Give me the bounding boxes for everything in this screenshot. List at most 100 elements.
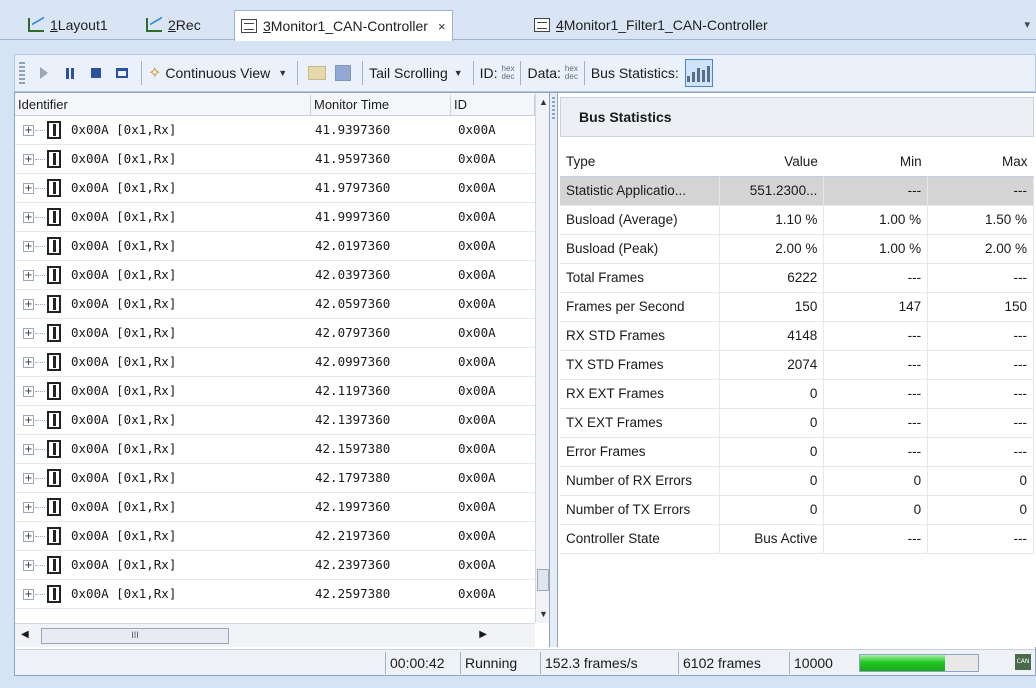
column-header-monitor-time[interactable]: Monitor Time <box>311 95 451 115</box>
column-header-max[interactable]: Max <box>927 147 1034 177</box>
tab-overflow-icon[interactable]: ▾ <box>1024 18 1030 31</box>
message-row[interactable]: +0x00A [0x1,Rx] 41.9397360 0x00A <box>15 116 535 145</box>
step-button[interactable] <box>109 60 135 86</box>
chevron-down-icon[interactable]: ▼ <box>454 68 463 78</box>
tab-layout1[interactable]: 1 Layout1 <box>22 10 114 40</box>
expand-icon[interactable]: + <box>23 270 34 281</box>
expand-icon[interactable]: + <box>23 212 34 223</box>
scroll-down-icon[interactable]: ▼ <box>539 609 548 619</box>
message-row[interactable]: +0x00A [0x1,Rx] 42.0397360 0x00A <box>15 261 535 290</box>
stat-row[interactable]: Error Frames 0 --- --- <box>560 437 1034 467</box>
stat-row[interactable]: Frames per Second 150 147 150 <box>560 292 1034 322</box>
bus-statistics-toggle[interactable] <box>684 59 713 87</box>
message-time: 42.0997360 <box>315 354 391 369</box>
expand-icon[interactable]: + <box>23 531 34 542</box>
stat-type: Busload (Peak) <box>560 234 721 264</box>
expand-icon[interactable]: + <box>23 444 34 455</box>
message-row[interactable]: +0x00A [0x1,Rx] 42.1397360 0x00A <box>15 406 535 435</box>
message-id: 0x00A <box>458 180 496 195</box>
view-mode-dropdown[interactable]: Continuous View <box>165 65 270 81</box>
message-row[interactable]: +0x00A [0x1,Rx] 42.1797380 0x00A <box>15 464 535 493</box>
message-identifier: 0x00A [0x1,Rx] <box>71 238 177 253</box>
message-row[interactable]: +0x00A [0x1,Rx] 42.0197360 0x00A <box>15 232 535 261</box>
stop-button[interactable] <box>83 60 109 86</box>
message-time: 42.0597360 <box>315 296 391 311</box>
monitor-toolbar: ✧ Continuous View ▼ Tail Scrolling ▼ ID:… <box>14 54 1036 92</box>
message-row[interactable]: +0x00A [0x1,Rx] 42.1597380 0x00A <box>15 435 535 464</box>
pause-button[interactable] <box>57 60 83 86</box>
tail-scrolling-dropdown[interactable]: Tail Scrolling <box>369 65 448 81</box>
message-row[interactable]: +0x00A [0x1,Rx] 42.1997360 0x00A <box>15 493 535 522</box>
toolbar-grip[interactable] <box>19 62 25 84</box>
stat-row[interactable]: TX STD Frames 2074 --- --- <box>560 350 1034 380</box>
expand-icon[interactable]: + <box>23 328 34 339</box>
close-tab-icon[interactable]: × <box>438 19 446 34</box>
id-format-toggle[interactable]: hex dec <box>502 65 515 81</box>
save-button[interactable] <box>330 60 356 86</box>
column-header-min[interactable]: Min <box>823 147 928 177</box>
message-row[interactable]: +0x00A [0x1,Rx] 42.0997360 0x00A <box>15 348 535 377</box>
panel-splitter[interactable] <box>550 93 558 647</box>
expand-icon[interactable]: + <box>23 386 34 397</box>
expand-icon[interactable]: + <box>23 299 34 310</box>
rx-message-icon <box>47 411 61 429</box>
column-header-identifier[interactable]: Identifier <box>15 95 311 115</box>
column-header-value[interactable]: Value <box>719 147 824 177</box>
scroll-up-icon[interactable]: ▲ <box>539 97 548 107</box>
tab-monitor1-filter1[interactable]: 4 Monitor1_Filter1_CAN-Controller <box>528 10 774 40</box>
expand-icon[interactable]: + <box>23 154 34 165</box>
scroll-left-icon[interactable]: ◀ <box>21 629 29 640</box>
message-row[interactable]: +0x00A [0x1,Rx] 41.9597360 0x00A <box>15 145 535 174</box>
message-row[interactable]: +0x00A [0x1,Rx] 41.9997360 0x00A <box>15 203 535 232</box>
message-row[interactable]: +0x00A [0x1,Rx] 42.2397360 0x00A <box>15 551 535 580</box>
column-header-id[interactable]: ID <box>451 95 535 115</box>
message-row[interactable]: +0x00A [0x1,Rx] 42.2597380 0x00A <box>15 580 535 609</box>
expand-icon[interactable]: + <box>23 415 34 426</box>
message-row[interactable]: +0x00A [0x1,Rx] 42.2197360 0x00A <box>15 522 535 551</box>
message-id: 0x00A <box>458 151 496 166</box>
vertical-scrollbar[interactable]: ▲ ▼ <box>535 93 549 623</box>
tab-monitor1-can-controller[interactable]: 3 Monitor1_CAN-Controller × <box>234 10 453 41</box>
expand-icon[interactable]: + <box>23 589 34 600</box>
horizontal-scrollbar[interactable]: ◀ III ▶ <box>15 623 535 647</box>
expand-icon[interactable]: + <box>23 357 34 368</box>
stat-row[interactable]: Total Frames 6222 --- --- <box>560 263 1034 293</box>
stat-row[interactable]: Number of TX Errors 0 0 0 <box>560 495 1034 525</box>
stat-row[interactable]: TX EXT Frames 0 --- --- <box>560 408 1034 438</box>
expand-icon[interactable]: + <box>23 560 34 571</box>
message-row[interactable]: +0x00A [0x1,Rx] 42.1197360 0x00A <box>15 377 535 406</box>
data-format-label: Data: <box>527 65 561 81</box>
tab-label: Layout1 <box>57 17 108 33</box>
data-format-toggle[interactable]: hex dec <box>565 65 578 81</box>
tree-connector <box>35 275 45 276</box>
stat-row[interactable]: Busload (Peak) 2.00 % 1.00 % 2.00 % <box>560 234 1034 264</box>
toolbar-separator <box>141 61 142 85</box>
scroll-thumb[interactable]: III <box>41 628 229 644</box>
stat-row[interactable]: Controller State Bus Active --- --- <box>560 524 1034 554</box>
expand-icon[interactable]: + <box>23 502 34 513</box>
stat-row[interactable]: RX STD Frames 4148 --- --- <box>560 321 1034 351</box>
message-id: 0x00A <box>458 296 496 311</box>
id-format-label: ID: <box>479 65 498 81</box>
start-button[interactable] <box>31 60 57 86</box>
stat-row[interactable]: Statistic Applicatio... 551.2300... --- --- <box>560 176 1034 206</box>
stat-row[interactable]: RX EXT Frames 0 --- --- <box>560 379 1034 409</box>
expand-icon[interactable]: + <box>23 241 34 252</box>
scroll-right-icon[interactable]: ▶ <box>479 629 487 640</box>
stat-type: TX EXT Frames <box>560 408 721 438</box>
expand-icon[interactable]: + <box>23 183 34 194</box>
stat-row[interactable]: Number of RX Errors 0 0 0 <box>560 466 1034 496</box>
expand-icon[interactable]: + <box>23 473 34 484</box>
message-row[interactable]: +0x00A [0x1,Rx] 42.0597360 0x00A <box>15 290 535 319</box>
message-row[interactable]: +0x00A [0x1,Rx] 41.9797360 0x00A <box>15 174 535 203</box>
expand-icon[interactable]: + <box>23 125 34 136</box>
open-button[interactable] <box>304 60 330 86</box>
message-id: 0x00A <box>458 470 496 485</box>
scroll-thumb[interactable] <box>537 569 549 591</box>
toolbar-separator <box>520 61 522 85</box>
tab-rec[interactable]: 2 Rec <box>140 10 207 40</box>
column-header-type[interactable]: Type <box>560 147 720 177</box>
stat-row[interactable]: Busload (Average) 1.10 % 1.00 % 1.50 % <box>560 205 1034 235</box>
message-row[interactable]: +0x00A [0x1,Rx] 42.0797360 0x00A <box>15 319 535 348</box>
chevron-down-icon[interactable]: ▼ <box>278 68 287 78</box>
